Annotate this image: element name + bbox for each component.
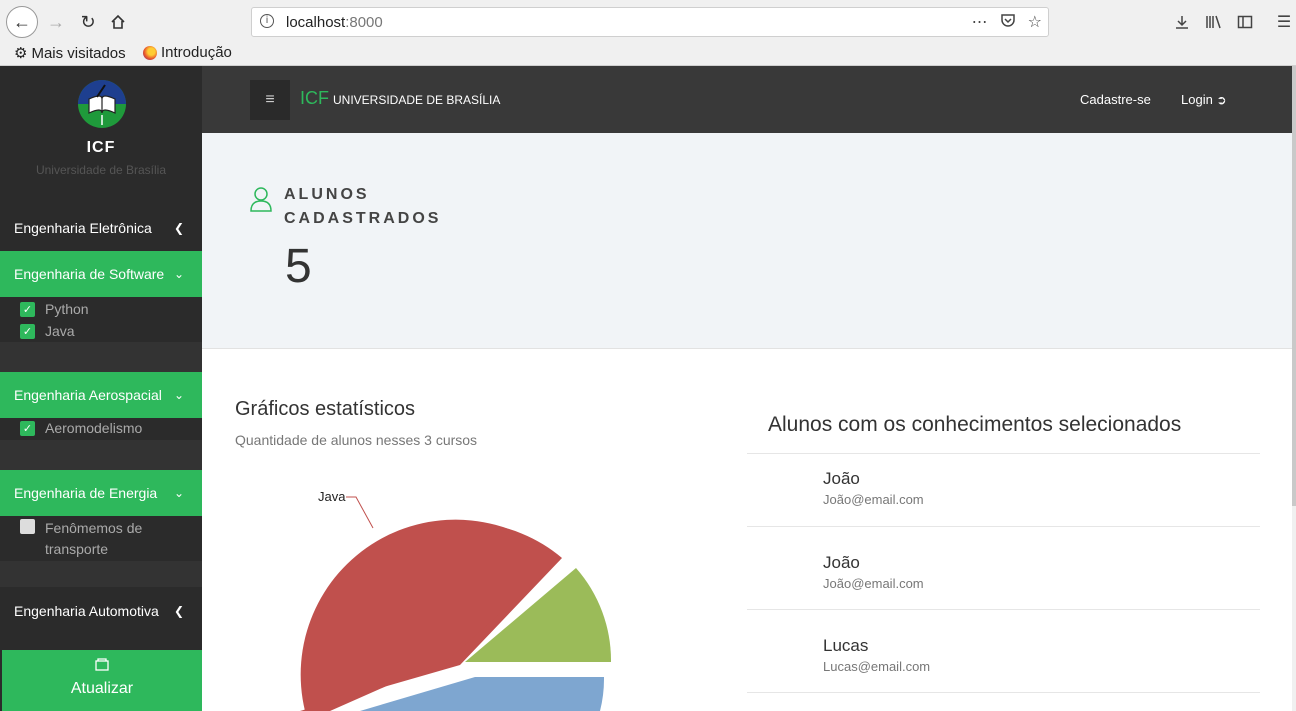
divider bbox=[747, 692, 1260, 693]
library-icon[interactable] bbox=[1202, 10, 1226, 34]
sidebar: ICF Universidade de Brasília Engenharia … bbox=[0, 66, 202, 711]
sidebar-item-aerospacial[interactable]: Engenharia Aerospacial ⌄ bbox=[0, 372, 202, 418]
chevron-down-icon: ⌄ bbox=[173, 486, 184, 500]
address-bar[interactable]: i localhost:8000 ⋯ ☆ bbox=[251, 7, 1049, 37]
back-arrow-icon[interactable]: ← bbox=[6, 6, 38, 38]
home-icon[interactable] bbox=[104, 8, 132, 36]
info-icon[interactable]: i bbox=[260, 14, 274, 28]
refresh-button[interactable]: Atualizar bbox=[2, 650, 202, 711]
refresh-icon bbox=[89, 657, 115, 677]
charts-subtitle: Quantidade de alunos nesses 3 cursos bbox=[235, 432, 478, 448]
checkbox-aeromodelismo[interactable]: ✓ Aeromodelismo bbox=[20, 420, 142, 436]
stat-panel: ALUNOS CADASTRADOS 5 bbox=[202, 133, 1296, 349]
chevron-left-icon: ❮ bbox=[173, 221, 184, 235]
gear-icon: ⚙ bbox=[14, 45, 28, 62]
chevron-left-icon: ❮ bbox=[173, 604, 184, 618]
sidebar-spacer bbox=[0, 342, 202, 372]
reload-icon[interactable]: ↻ bbox=[74, 8, 102, 36]
check-icon: ✓ bbox=[20, 421, 35, 436]
submenu-energia: Fenômemos de transporte bbox=[0, 516, 202, 561]
bookmarks-bar: ⚙ Mais visitados Introdução bbox=[0, 42, 1296, 66]
sidebar-brand: ICF Universidade de Brasília bbox=[0, 66, 202, 196]
sidebar-brand-subtitle: Universidade de Brasília bbox=[35, 163, 167, 177]
url-text: localhost:8000 bbox=[286, 14, 383, 31]
scrollbar-thumb[interactable] bbox=[1292, 66, 1296, 506]
user-icon bbox=[250, 187, 272, 212]
divider bbox=[747, 526, 1260, 527]
submenu-software: ✓ Python ✓ Java bbox=[0, 297, 202, 342]
divider bbox=[747, 609, 1260, 610]
pie-chart bbox=[300, 496, 612, 711]
checkbox-python[interactable]: ✓ Python bbox=[20, 301, 89, 317]
charts-title: Gráficos estatísticos bbox=[235, 398, 416, 420]
download-icon[interactable] bbox=[1170, 10, 1194, 34]
stat-value: 5 bbox=[285, 240, 312, 293]
university-logo-icon bbox=[78, 80, 126, 128]
sidebar-item-eletronica[interactable]: Engenharia Eletrônica ❮ bbox=[0, 205, 202, 251]
sidebar-spacer bbox=[0, 561, 202, 587]
browser-toolbar: ← → ↻ i localhost:8000 ⋯ ☆ ☰ bbox=[0, 0, 1296, 42]
submenu-aerospacial: ✓ Aeromodelismo bbox=[0, 418, 202, 440]
sidebar-toggle-icon[interactable] bbox=[1233, 10, 1257, 34]
login-link[interactable]: Login ➲ bbox=[1181, 92, 1227, 107]
sidebar-spacer bbox=[0, 440, 202, 470]
chevron-down-icon: ⌄ bbox=[173, 388, 184, 402]
signup-link[interactable]: Cadastre-se bbox=[1080, 92, 1151, 107]
sidebar-item-energia[interactable]: Engenharia de Energia ⌄ bbox=[0, 470, 202, 516]
bookmark-introduction[interactable]: Introdução bbox=[143, 44, 232, 61]
bookmark-star-icon[interactable]: ☆ bbox=[1028, 12, 1042, 33]
menu-icon[interactable]: ☰ bbox=[1272, 10, 1296, 34]
firefox-icon bbox=[143, 45, 157, 60]
check-icon: ✓ bbox=[20, 302, 35, 317]
chevron-down-icon: ⌄ bbox=[173, 267, 184, 281]
sign-in-icon: ➲ bbox=[1216, 93, 1227, 107]
checkbox-java[interactable]: ✓ Java bbox=[20, 323, 75, 339]
pie-label-java: Java bbox=[318, 489, 346, 504]
page-actions-icon[interactable]: ⋯ bbox=[972, 12, 988, 33]
bookmark-most-visited[interactable]: ⚙ Mais visitados bbox=[14, 44, 126, 63]
pocket-icon[interactable] bbox=[1000, 12, 1016, 33]
sidebar-item-software[interactable]: Engenharia de Software ⌄ bbox=[0, 251, 202, 297]
students-title: Alunos com os conhecimentos selecionados bbox=[768, 413, 1182, 436]
list-item[interactable]: João João@email.com bbox=[747, 454, 1260, 537]
sidebar-brand-title: ICF bbox=[86, 139, 116, 156]
checkbox-fenomenos[interactable]: Fenômemos de transporte bbox=[20, 518, 170, 560]
navbar-brand-sub: UNIVERSIDADE DE BRASÍLIA bbox=[333, 93, 501, 107]
top-navbar: ≡ ICF UNIVERSIDADE DE BRASÍLIA Cadastre-… bbox=[202, 66, 1296, 133]
hamburger-menu-icon[interactable]: ≡ bbox=[250, 80, 290, 120]
forward-arrow-icon[interactable]: → bbox=[42, 8, 70, 36]
unchecked-box-icon bbox=[20, 519, 35, 534]
stat-label: ALUNOS CADASTRADOS bbox=[284, 186, 442, 227]
navbar-brand[interactable]: ICF bbox=[300, 88, 329, 109]
sidebar-item-automotiva[interactable]: Engenharia Automotiva ❮ bbox=[0, 588, 202, 634]
check-icon: ✓ bbox=[20, 324, 35, 339]
